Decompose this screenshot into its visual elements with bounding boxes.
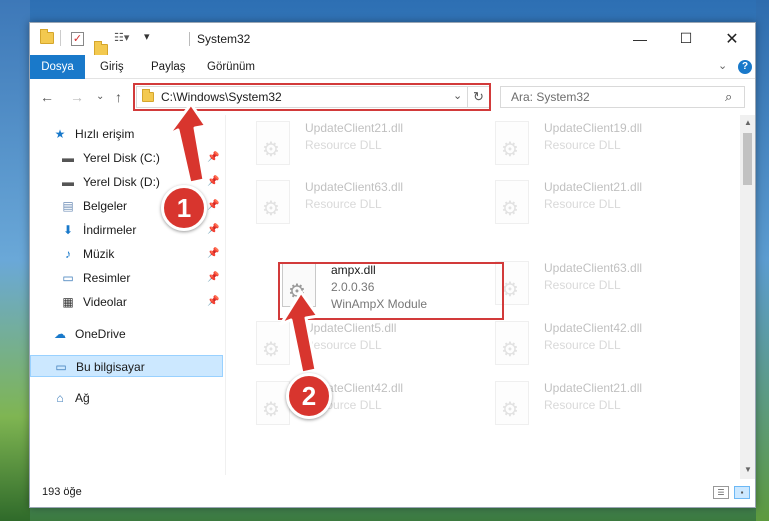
arrow-two-shape: [279, 290, 320, 375]
arrow-one-shape: [166, 102, 208, 185]
callout-badge-one: 1: [161, 185, 207, 231]
callout-badge-two: 2: [286, 373, 332, 419]
annotation-arrows: [166, 102, 320, 375]
